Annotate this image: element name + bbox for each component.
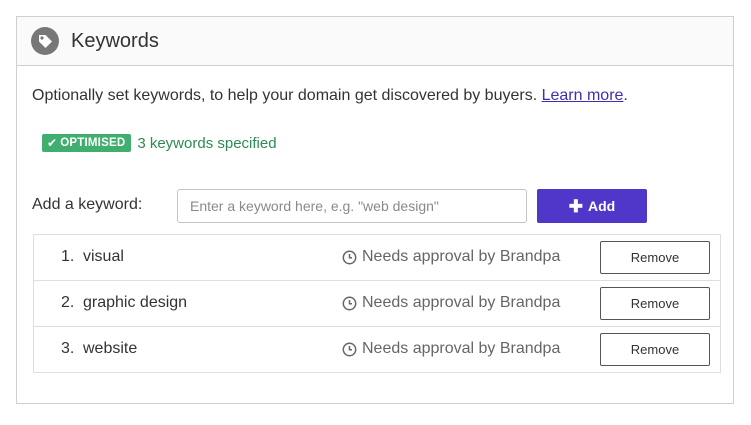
keyword-number: 1. (61, 248, 75, 265)
keyword-status-text: Needs approval by Brandpa (342, 340, 560, 358)
keyword-number: 2. (61, 294, 75, 311)
clock-icon (342, 342, 357, 357)
learn-more-link[interactable]: Learn more (542, 87, 624, 104)
clock-icon (342, 296, 357, 311)
keyword-status: ✔ OPTIMISED 3 keywords specified (42, 134, 277, 152)
keyword-row: 1. visual Needs approval by Brandpa Remo… (34, 235, 720, 281)
plus-icon: ✚ (568, 196, 584, 216)
keyword-row: 2. graphic design Needs approval by Bran… (34, 281, 720, 327)
clock-icon (342, 250, 357, 265)
add-keyword-button[interactable]: ✚ Add (537, 189, 647, 223)
keyword-name: visual (83, 248, 124, 265)
add-keyword-label: Add a keyword: (32, 196, 143, 213)
panel-title: Keywords (71, 29, 159, 52)
keyword-name: graphic design (83, 294, 188, 311)
keyword-status-text: Needs approval by Brandpa (342, 294, 560, 312)
remove-button[interactable]: Remove (600, 241, 710, 274)
add-button-label: Add (588, 198, 616, 214)
badge-label: OPTIMISED (60, 137, 126, 149)
check-icon: ✔ (47, 136, 58, 150)
keyword-name: website (83, 340, 138, 357)
keyword-row: 3. website Needs approval by Brandpa Rem… (34, 327, 720, 372)
remove-button[interactable]: Remove (600, 333, 710, 366)
keyword-count-text: 3 keywords specified (137, 134, 277, 152)
keyword-list: 1. visual Needs approval by Brandpa Remo… (33, 234, 721, 373)
remove-button[interactable]: Remove (600, 287, 710, 320)
optimised-badge: ✔ OPTIMISED (42, 134, 132, 152)
tag-icon (31, 27, 59, 55)
add-keyword-row: Add a keyword: ✚ Add (32, 189, 722, 223)
approval-status: Needs approval by Brandpa (362, 248, 561, 265)
keyword-input[interactable] (177, 189, 527, 223)
keywords-panel: Keywords Optionally set keywords, to hel… (16, 16, 734, 404)
intro-text: Optionally set keywords, to help your do… (32, 87, 628, 105)
approval-status: Needs approval by Brandpa (362, 294, 561, 311)
approval-status: Needs approval by Brandpa (362, 340, 561, 357)
panel-header: Keywords (17, 17, 733, 66)
keyword-number: 3. (61, 340, 75, 357)
intro-suffix: . (623, 87, 628, 104)
intro-sentence: Optionally set keywords, to help your do… (32, 87, 542, 104)
keyword-status-text: Needs approval by Brandpa (342, 248, 560, 266)
